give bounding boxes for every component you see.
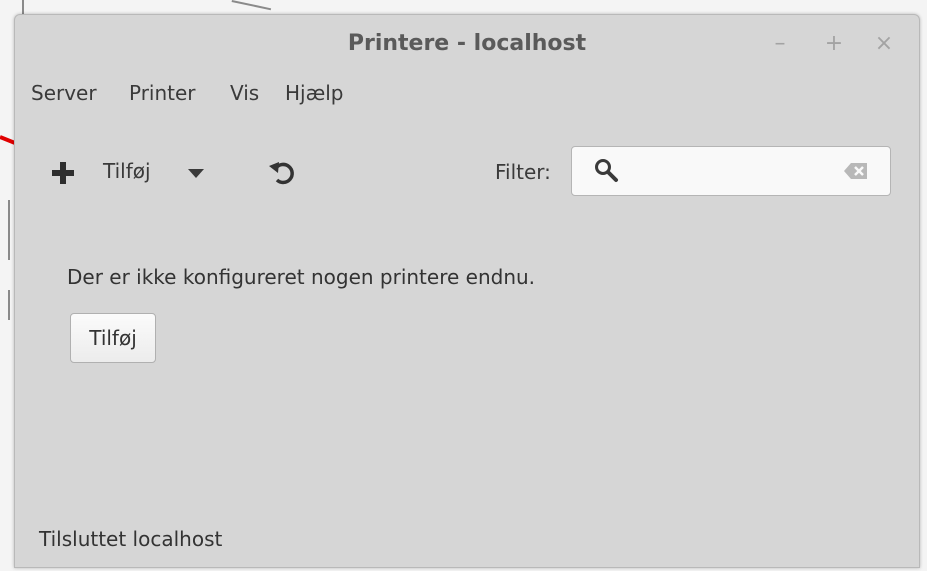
title-bar[interactable]: Printere - localhost – + × <box>15 15 919 77</box>
filter-input[interactable] <box>628 157 832 187</box>
add-printer-button[interactable]: Tilføj <box>70 313 156 363</box>
plus-icon <box>52 162 74 184</box>
filter-label: Filter: <box>495 160 551 184</box>
desktop-decoration <box>8 200 10 260</box>
desktop-decoration <box>231 0 272 11</box>
menu-printer[interactable]: Printer <box>129 81 196 105</box>
status-text: Tilsluttet localhost <box>39 527 223 551</box>
clear-text-icon[interactable] <box>844 162 868 180</box>
desktop-decoration <box>8 290 10 320</box>
maximize-button[interactable]: + <box>821 31 847 57</box>
desktop-decoration <box>22 0 24 14</box>
menu-bar: Server Printer Vis Hjælp <box>15 79 919 113</box>
menu-help[interactable]: Hjælp <box>285 81 344 105</box>
caret-down-icon[interactable] <box>188 169 204 178</box>
empty-state-message: Der er ikke konfigureret nogen printere … <box>67 265 536 289</box>
printers-window: Printere - localhost – + × Server Printe… <box>14 14 920 568</box>
menu-server[interactable]: Server <box>31 81 97 105</box>
desktop-background: Printere - localhost – + × Server Printe… <box>0 0 927 571</box>
add-printer-toolbar-label: Tilføj <box>103 159 151 183</box>
refresh-icon[interactable] <box>263 153 303 193</box>
close-button[interactable]: × <box>871 31 897 57</box>
search-icon <box>595 159 618 182</box>
minimize-button[interactable]: – <box>767 31 793 57</box>
menu-vis[interactable]: Vis <box>230 81 259 105</box>
toolbar: Tilføj Filter: <box>15 141 919 205</box>
filter-field[interactable] <box>571 146 891 196</box>
